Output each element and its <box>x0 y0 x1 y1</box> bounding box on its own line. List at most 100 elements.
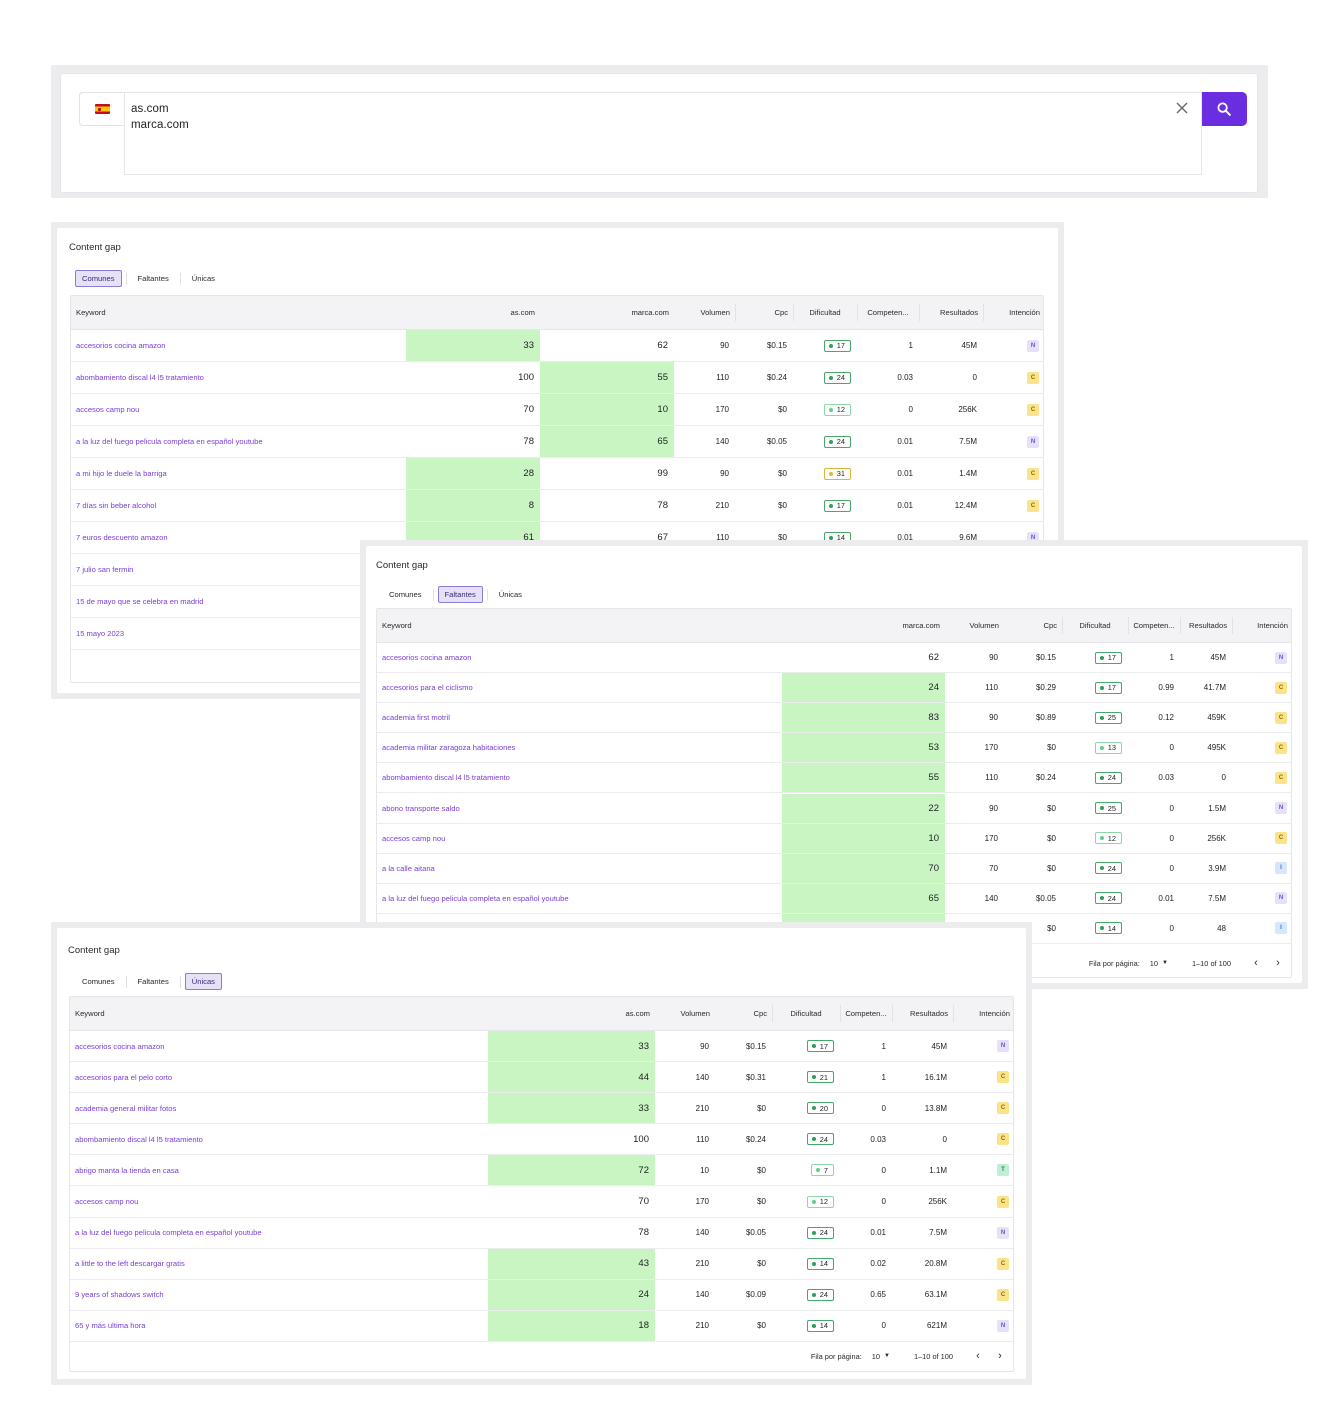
table-row[interactable]: accesos camp nou 70 10 170 $0 12 0 256K C <box>71 394 1043 426</box>
search-button[interactable] <box>1202 92 1247 126</box>
column-header[interactable]: marca.com <box>540 296 674 329</box>
column-header[interactable]: Resultados <box>1180 609 1232 642</box>
table-row[interactable]: abombamiento discal l4 l5 tratamiento 55 1… <box>377 763 1291 794</box>
keyword-link[interactable]: abombamiento discal l4 l5 tratamiento <box>70 1135 203 1144</box>
tab-comunes[interactable]: Comunes <box>75 973 122 990</box>
tab-unicas[interactable]: Únicas <box>184 973 222 990</box>
table-row[interactable]: abombamiento discal l4 l5 tratamiento 100… <box>71 362 1043 394</box>
tab-faltantes[interactable]: Faltantes <box>131 270 176 287</box>
table-row[interactable]: abono transporte saldo 22 90 $0 25 0 1.5M N <box>377 793 1291 824</box>
column-header[interactable]: Cpc <box>735 296 793 329</box>
column-header[interactable]: Intención <box>953 997 1013 1030</box>
keyword-link[interactable]: 15 de mayo que se celebra en madrid <box>71 597 204 606</box>
tab-unicas[interactable]: Únicas <box>492 586 529 603</box>
column-header[interactable]: Intención <box>983 296 1043 329</box>
chevron-left-icon[interactable]: ‹ <box>971 1349 985 1363</box>
keyword-link[interactable]: 7 julio san fermin <box>71 565 133 574</box>
keyword-link[interactable]: academia general militar fotos <box>70 1104 176 1113</box>
column-header[interactable]: Competen... <box>840 997 892 1030</box>
column-header[interactable]: Resultados <box>919 296 983 329</box>
column-header[interactable]: Volumen <box>655 997 715 1030</box>
dificultad-cell: 12 <box>793 394 857 425</box>
column-header[interactable]: Resultados <box>892 997 953 1030</box>
column-header[interactable]: Competen... <box>857 296 919 329</box>
table-row[interactable]: academia first motril 83 90 $0.89 25 0.12 459K… <box>377 703 1291 734</box>
table-row[interactable]: 9 years of shadows switch 24 140 $0.09 24 0.6… <box>70 1279 1013 1311</box>
table-row[interactable]: a la calle aitana 70 70 $0 24 0 3.9M I <box>377 853 1291 884</box>
column-header[interactable]: as.com <box>488 997 655 1030</box>
table-row[interactable]: academia general militar fotos 33 210 $0 20 0… <box>70 1093 1013 1125</box>
keyword-link[interactable]: abrigo manta la tienda en casa <box>70 1166 179 1175</box>
keyword-link[interactable]: 9 years of shadows switch <box>70 1290 164 1299</box>
keyword-link[interactable]: a la luz del fuego pelicula completa en … <box>377 894 569 903</box>
rows-per-page-select[interactable]: 10 ▼ <box>872 1352 890 1361</box>
column-header[interactable]: marca.com <box>782 609 945 642</box>
tab-comunes[interactable]: Comunes <box>382 586 429 603</box>
column-header[interactable]: Cpc <box>1004 609 1062 642</box>
table-row[interactable]: accesorios cocina amazon 33 62 90 $0.15 17 1 45… <box>71 330 1043 362</box>
column-header[interactable]: Cpc <box>715 997 772 1030</box>
keyword-link[interactable]: accesos camp nou <box>71 405 139 414</box>
keyword-link[interactable]: abombamiento discal l4 l5 tratamiento <box>71 373 204 382</box>
table-row[interactable]: abrigo manta la tienda en casa 72 10 $0 7 0 1.… <box>70 1155 1013 1187</box>
keyword-link[interactable]: 7 euros descuento amazon <box>71 533 168 542</box>
chevron-right-icon[interactable]: › <box>1271 956 1285 970</box>
column-header[interactable]: Dificultad <box>772 997 840 1030</box>
domains-input[interactable]: as.com marca.com <box>124 92 1202 175</box>
tab-comunes[interactable]: Comunes <box>75 270 122 287</box>
keyword-link[interactable]: 15 mayo 2023 <box>71 629 124 638</box>
column-header[interactable]: Keyword <box>71 296 406 329</box>
keyword-link[interactable]: 65 y más ultima hora <box>70 1321 145 1330</box>
table-row[interactable]: a mi hijo le duele la barriga 28 99 90 $0 31 0… <box>71 458 1043 490</box>
table-row[interactable]: accesorios cocina amazon 33 90 $0.15 17 1 45M N <box>70 1031 1013 1063</box>
keyword-link[interactable]: accesorios para el pelo corto <box>70 1073 172 1082</box>
close-icon[interactable] <box>1174 100 1190 116</box>
table-row[interactable]: accesorios para el ciclismo 24 110 $0.29 17 0… <box>377 673 1291 704</box>
keyword-link[interactable]: a little to the left descargar gratis <box>70 1259 185 1268</box>
keyword-link[interactable]: a mi hijo le duele la barriga <box>71 469 167 478</box>
tab-faltantes[interactable]: Faltantes <box>131 973 176 990</box>
keyword-link[interactable]: 7 días sin beber alcohol <box>71 501 156 510</box>
keyword-link[interactable]: accesorios para el ciclismo <box>377 683 473 692</box>
keyword-link[interactable]: a la luz del fuego pelicula completa en … <box>71 437 263 446</box>
tab-faltantes[interactable]: Faltantes <box>437 586 483 603</box>
table-row[interactable]: accesorios para el pelo corto 44 140 $0.31 2… <box>70 1062 1013 1094</box>
competencia-value: 0.01 <box>870 1228 886 1238</box>
chevron-right-icon[interactable]: › <box>993 1349 1007 1363</box>
keyword-link[interactable]: accesorios cocina amazon <box>377 653 471 662</box>
keyword-link[interactable]: accesorios cocina amazon <box>71 341 165 350</box>
keyword-link[interactable]: accesorios cocina amazon <box>70 1042 164 1051</box>
keyword-link[interactable]: a la luz del fuego pelicula completa en … <box>70 1228 262 1237</box>
table-row[interactable]: accesos camp nou 10 170 $0 12 0 256K C <box>377 823 1291 854</box>
table-row[interactable]: 7 días sin beber alcohol 8 78 210 $0 17 0.01 12… <box>71 490 1043 522</box>
column-header[interactable]: Intención <box>1232 609 1291 642</box>
column-header[interactable]: Volumen <box>674 296 735 329</box>
keyword-link[interactable]: abono transporte saldo <box>377 804 460 813</box>
table-row[interactable]: accesorios cocina amazon 62 90 $0.15 17 1 45M N <box>377 643 1291 674</box>
column-header[interactable]: Competen... <box>1128 609 1180 642</box>
keyword-link[interactable]: academia first motril <box>377 713 450 722</box>
table-row[interactable]: abombamiento discal l4 l5 tratamiento 100… <box>70 1124 1013 1156</box>
chevron-left-icon[interactable]: ‹ <box>1249 956 1263 970</box>
table-row[interactable]: a la luz del fuego pelicula completa en … <box>71 426 1043 458</box>
table-row[interactable]: academia militar zaragoza habitaciones 53… <box>377 733 1291 764</box>
rows-per-page-select[interactable]: 10 ▼ <box>1150 959 1168 968</box>
column-header[interactable]: Dificultad <box>1062 609 1128 642</box>
table-row[interactable]: a la luz del fuego pelicula completa en … <box>70 1218 1013 1249</box>
keyword-link[interactable]: abombamiento discal l4 l5 tratamiento <box>377 773 510 782</box>
keyword-link[interactable]: academia militar zaragoza habitaciones <box>377 743 515 752</box>
table-row[interactable]: 65 y más ultima hora 18 210 $0 14 0 621M N <box>70 1310 1013 1342</box>
table-row[interactable]: a little to the left descargar gratis 43 2… <box>70 1248 1013 1280</box>
tab-unicas[interactable]: Únicas <box>185 270 222 287</box>
keyword-link[interactable]: accesos camp nou <box>377 834 445 843</box>
keyword-link[interactable]: a la calle aitana <box>377 864 435 873</box>
column-header[interactable]: Volumen <box>945 609 1004 642</box>
table-row[interactable]: accesos camp nou 70 170 $0 12 0 256K C <box>70 1187 1013 1218</box>
column-header[interactable]: Keyword <box>70 997 488 1030</box>
country-selector[interactable] <box>79 92 125 126</box>
column-header[interactable]: Dificultad <box>793 296 857 329</box>
table-row[interactable]: a la luz del fuego pelicula completa en … <box>377 883 1291 914</box>
column-header[interactable]: Keyword <box>377 609 782 642</box>
keyword-link[interactable]: accesos camp nou <box>70 1197 138 1206</box>
column-header[interactable]: as.com <box>406 296 540 329</box>
